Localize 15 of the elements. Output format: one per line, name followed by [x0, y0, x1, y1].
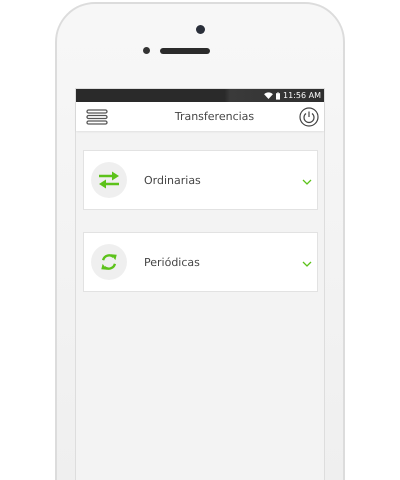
card-label: Periódicas [144, 256, 201, 268]
status-time: 11:56 AM [283, 91, 321, 100]
refresh-icon [99, 252, 119, 272]
transfer-arrows-icon [98, 171, 120, 189]
power-icon[interactable] [299, 106, 319, 126]
battery-icon [276, 92, 280, 100]
card-label: Ordinarias [144, 174, 202, 186]
wifi-icon [264, 92, 274, 99]
camera-lens [196, 25, 204, 34]
transfer-type-card[interactable]: Ordinarias [83, 150, 318, 210]
screen-title: Transferencias [174, 110, 254, 123]
transfer-type-card[interactable]: Periódicas [83, 232, 318, 292]
speaker-grille [160, 48, 210, 54]
menu-icon[interactable] [86, 108, 108, 124]
sensor-dot [142, 47, 150, 54]
